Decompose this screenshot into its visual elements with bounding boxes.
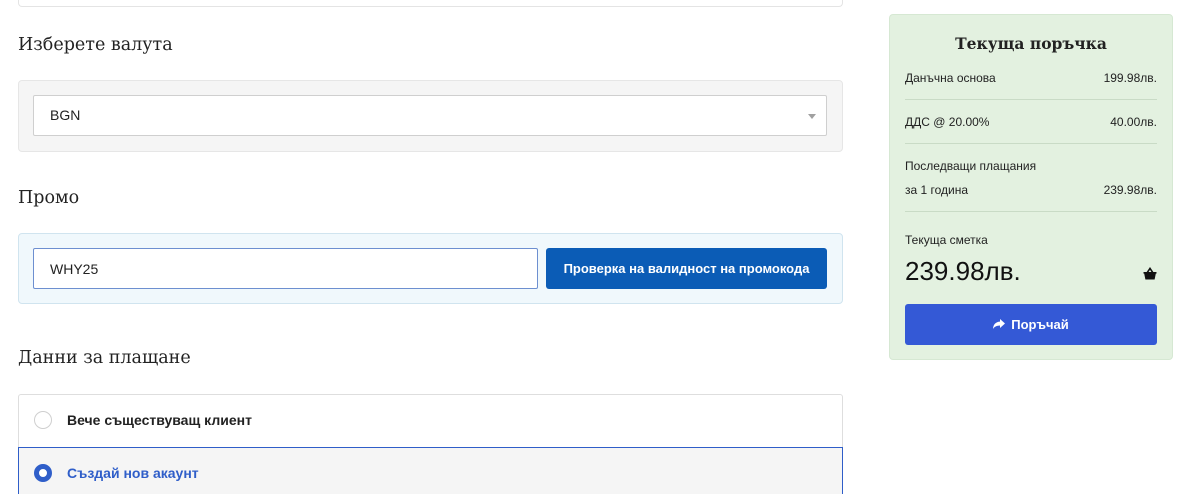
tax-base-label: Данъчна основа — [905, 71, 996, 85]
previous-section-panel — [18, 0, 843, 7]
tax-base-value: 199.98лв. — [1103, 71, 1157, 85]
recurring-payments-label: Последващи плащания — [905, 159, 1037, 173]
promo-code-input[interactable] — [33, 248, 538, 289]
new-account-label: Създай нов акаунт — [67, 465, 199, 481]
order-button-label: Поръчай — [1011, 317, 1069, 332]
divider — [905, 211, 1157, 212]
recurring-period-row: за 1 година 239.98лв. — [905, 181, 1157, 199]
order-summary-title: Текуща поръчка — [955, 34, 1107, 53]
recurring-period-label: за 1 година — [905, 183, 969, 197]
existing-client-option[interactable]: Вече съществуващ клиент — [18, 394, 843, 448]
total-label: Текуща сметка — [905, 233, 988, 247]
divider — [905, 99, 1157, 100]
vat-label: ДДС @ 20.00% — [905, 115, 990, 129]
new-account-option[interactable]: Създай нов акаунт — [18, 447, 843, 494]
radio-unchecked-icon[interactable] — [34, 411, 52, 429]
currency-select[interactable]: BGN — [33, 95, 827, 136]
share-arrow-icon — [993, 319, 1006, 330]
payment-heading: Данни за плащане — [18, 348, 191, 368]
radio-checked-icon[interactable] — [34, 464, 52, 482]
tax-base-row: Данъчна основа 199.98лв. — [905, 69, 1157, 87]
basket-icon — [1143, 267, 1157, 280]
existing-client-label: Вече съществуващ клиент — [67, 412, 252, 428]
vat-row: ДДС @ 20.00% 40.00лв. — [905, 113, 1157, 131]
order-button[interactable]: Поръчай — [905, 304, 1157, 345]
promo-heading: Промо — [18, 188, 80, 208]
validate-promo-button[interactable]: Проверка на валидност на промокода — [546, 248, 827, 289]
currency-select-value: BGN — [50, 107, 81, 123]
vat-value: 40.00лв. — [1110, 115, 1157, 129]
recurring-period-value: 239.98лв. — [1103, 183, 1157, 197]
divider — [905, 143, 1157, 144]
promo-section: Проверка на валидност на промокода — [18, 233, 843, 304]
currency-heading: Изберете валута — [18, 35, 173, 55]
currency-section: BGN — [18, 80, 843, 152]
chevron-down-icon — [808, 114, 816, 119]
recurring-payments-row: Последващи плащания — [905, 157, 1157, 175]
payment-options: Вече съществуващ клиент Създай нов акаун… — [18, 394, 843, 494]
total-amount: 239.98лв. — [905, 256, 1021, 286]
total-label-row: Текуща сметка — [905, 231, 1157, 249]
order-summary-panel: Текуща поръчка Данъчна основа 199.98лв. … — [889, 14, 1173, 360]
